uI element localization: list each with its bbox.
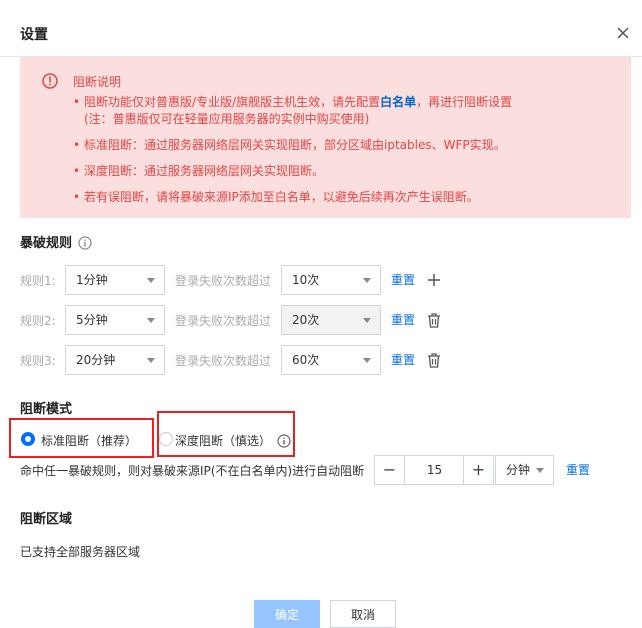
radio-deep-label: 深度阻断（慎选） [175,432,291,451]
settings-dialog: 设置 阻断说明 • 阻断功能仅对普惠版/专业版/旗舰版主机生效，请先配置白名单，再… [0,0,642,628]
plus-icon[interactable] [427,273,441,287]
caret-down-icon [363,318,371,323]
increment-button[interactable]: + [463,456,493,484]
duration-reset-link[interactable]: 重置 [566,461,590,478]
block-region-text: 已支持全部服务器区域 [20,545,141,559]
rule-1-period-select[interactable]: 1分钟 [65,265,165,295]
duration-unit-select[interactable]: 分钟 [495,455,554,485]
block-region-heading: 阻断区域 [20,512,73,527]
decrement-button[interactable]: − [375,456,405,484]
rule-2-period-select[interactable]: 5分钟 [65,305,165,335]
duration-value[interactable]: 15 [406,456,463,484]
rule-1-reset-link[interactable]: 重置 [391,271,415,288]
rule-2-label: 规则2: [20,314,56,328]
radio-deep[interactable] [159,432,173,446]
rule-2-reset-link[interactable]: 重置 [391,311,415,328]
block-mode-heading: 阻断模式 [20,402,73,417]
cancel-button[interactable]: 取消 [330,600,396,628]
whitelist-link[interactable]: 白名单 [380,95,416,109]
rule-3-count-select[interactable]: 60次 [281,345,381,375]
radio-standard[interactable] [21,432,35,446]
rule-1-count-select[interactable]: 10次 [281,265,381,295]
rule-3-period-select[interactable]: 20分钟 [65,345,165,375]
rule-2-fail-label: 登录失败次数超过 [175,314,272,328]
notice-line-1: • 阻断功能仅对普惠版/专业版/旗舰版主机生效，请先配置白名单，再进行阻断设置 [73,95,513,109]
error-icon [42,73,58,89]
notice-line-1-sub: (注：普惠版仅可在轻量应用服务器的实例中购买使用) [84,112,370,126]
rule-2-count-select[interactable]: 20次 [281,305,381,335]
notice-box: 阻断说明 • 阻断功能仅对普惠版/专业版/旗舰版主机生效，请先配置白名单，再进行阻… [20,57,631,218]
caret-down-icon [536,468,544,473]
radio-standard-label: 标准阻断（推荐） [41,434,138,448]
block-mode-description: 命中任一暴破规则，则对暴破来源IP(不在白名单内)进行自动阻断 [20,464,365,478]
close-icon[interactable] [614,24,632,42]
dialog-title: 设置 [20,27,48,43]
notice-heading: 阻断说明 [73,75,122,89]
notice-line-3: • 深度阻断：通过服务器网络层网关实现阻断。 [73,164,325,178]
rule-3-fail-label: 登录失败次数超过 [175,354,272,368]
caret-down-icon [363,358,371,363]
duration-stepper[interactable]: − 15 + [374,455,494,485]
rule-3-label: 规则3: [20,354,56,368]
confirm-button[interactable]: 确定 [254,600,320,628]
caret-down-icon [147,318,155,323]
info-icon[interactable] [78,236,92,254]
brute-rules-heading: 暴破规则 [20,232,92,254]
rule-3-reset-link[interactable]: 重置 [391,351,415,368]
info-icon[interactable] [277,434,291,451]
caret-down-icon [147,278,155,283]
trash-icon[interactable] [427,353,441,368]
caret-down-icon [363,278,371,283]
trash-icon[interactable] [427,313,441,328]
notice-line-2: • 标准阻断：通过服务器网络层网关实现阻断，部分区域由iptables、WFP实现… [73,138,506,152]
rule-1-fail-label: 登录失败次数超过 [175,274,272,288]
rule-1-label: 规则1: [20,274,56,288]
caret-down-icon [147,358,155,363]
notice-line-4: • 若有误阻断，请将暴破来源IP添加至白名单，以避免后续再次产生误阻断。 [73,190,479,204]
